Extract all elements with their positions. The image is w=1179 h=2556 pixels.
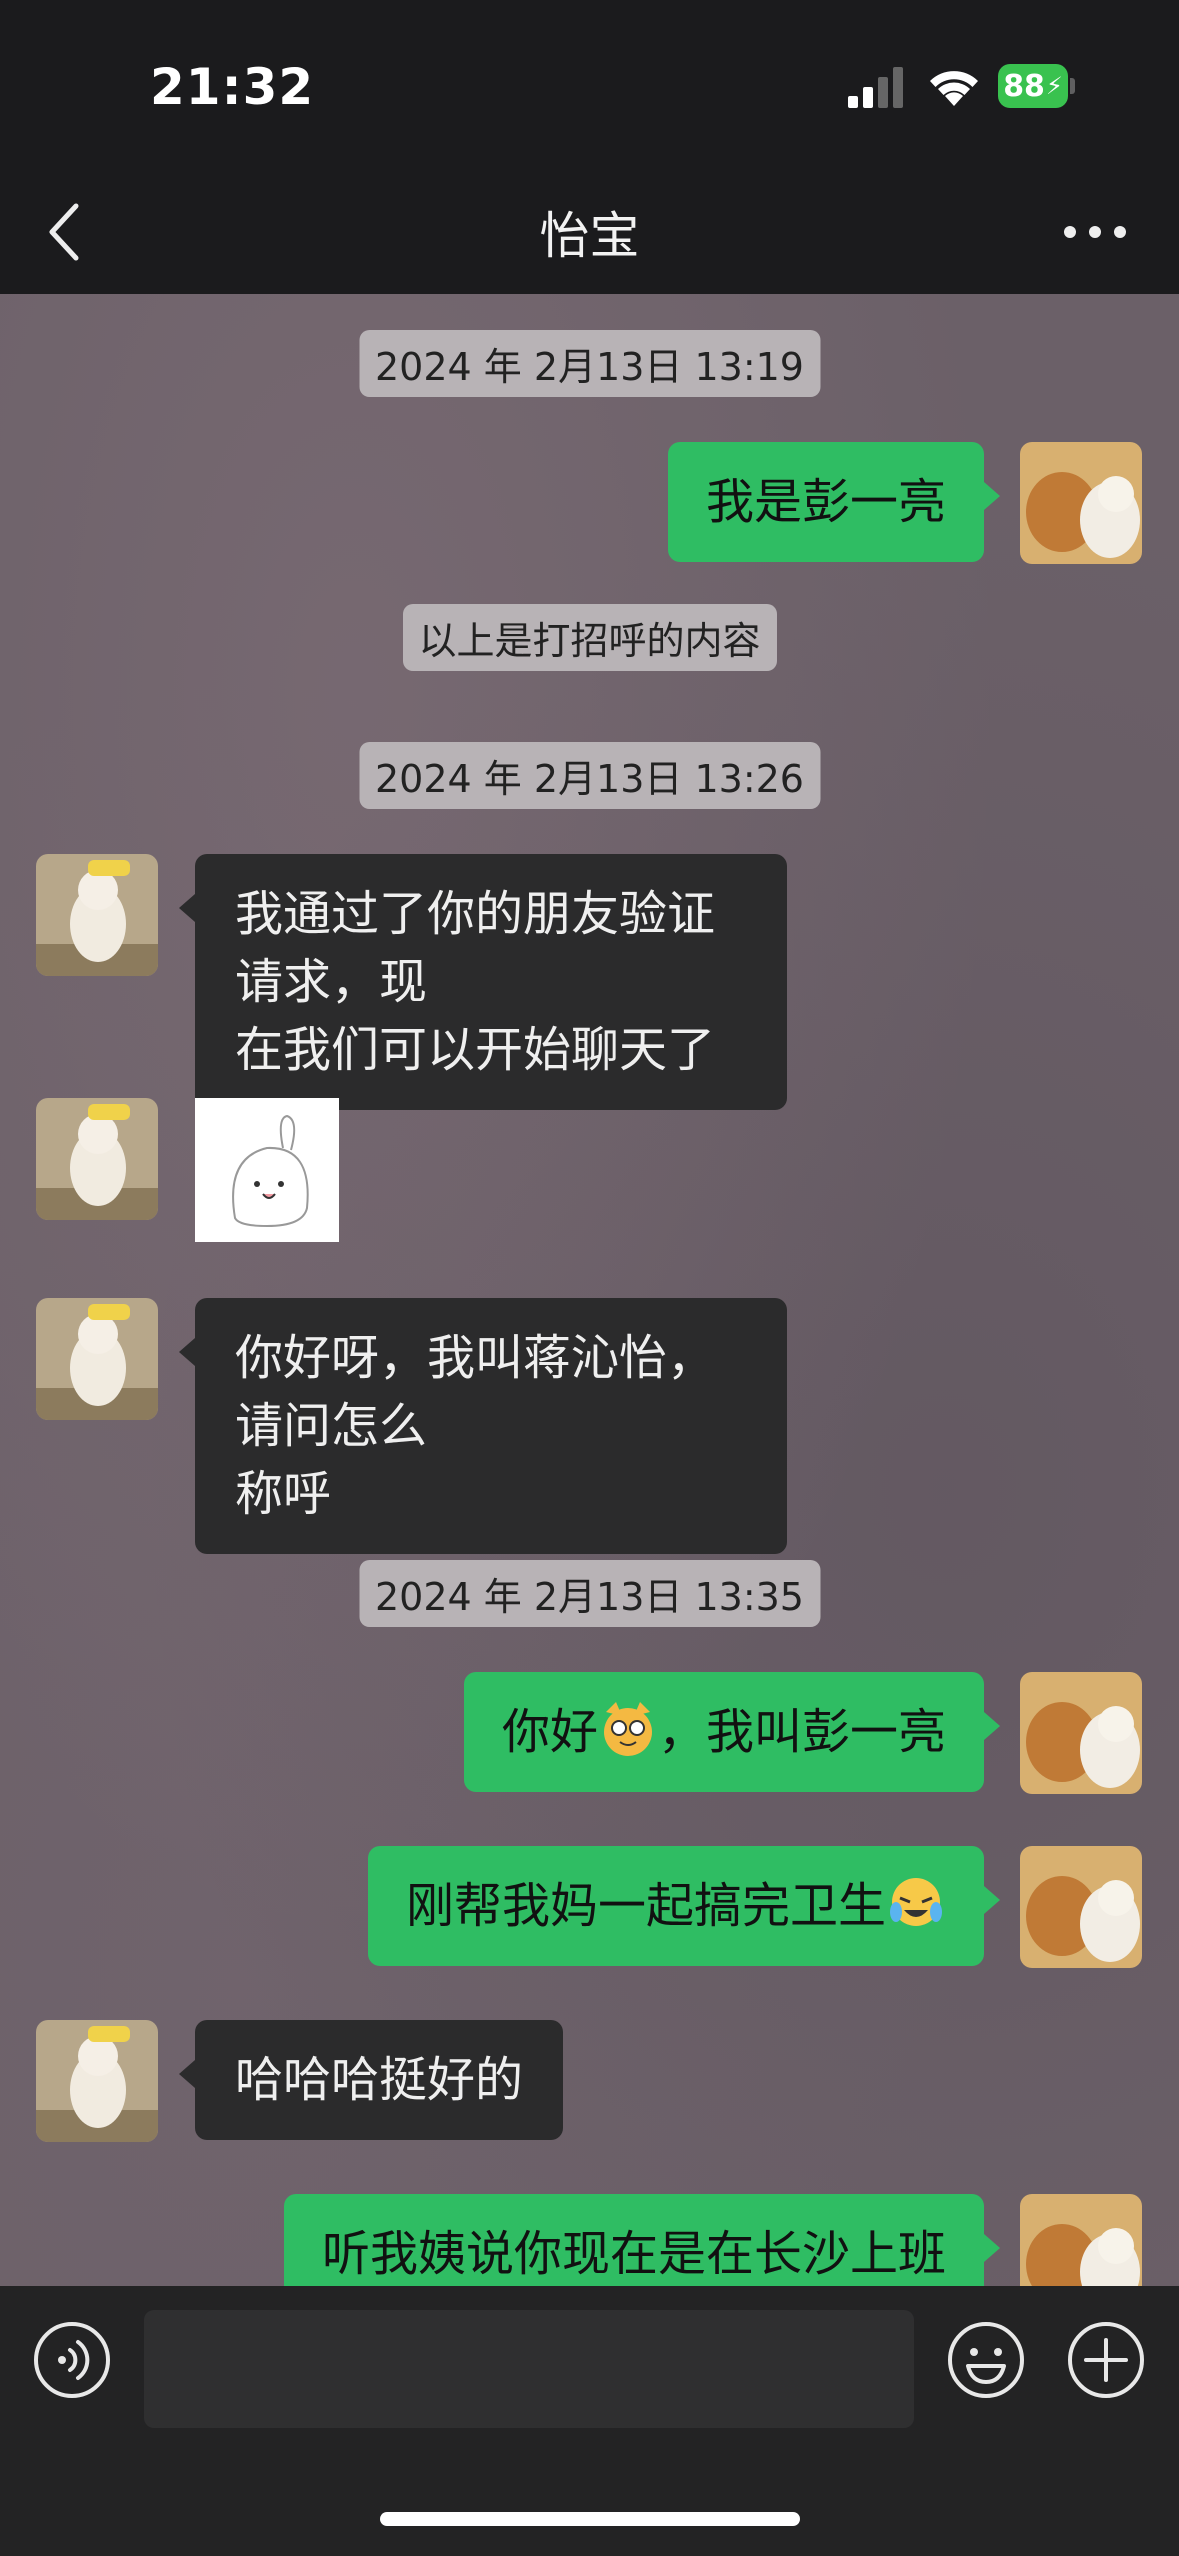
status-time: 21:32 — [150, 58, 315, 116]
chat-title: 怡宝 — [539, 207, 640, 265]
my-avatar[interactable] — [1020, 1846, 1142, 1968]
plus-icon[interactable] — [1066, 2320, 1146, 2400]
signal-icon — [848, 67, 903, 108]
status-bar: 21:32 88 ⚡ — [0, 0, 1179, 170]
message-outgoing[interactable]: 我是彭一亮 — [667, 442, 1001, 562]
sticker-bunny[interactable] — [195, 1098, 339, 1242]
message-outgoing[interactable]: 你好 ，我叫彭一亮 — [463, 1672, 1001, 1792]
contact-avatar[interactable] — [36, 1098, 158, 1220]
chat-header: 怡宝 — [0, 170, 1179, 294]
timestamp: 2024 年 2月13日 13:19 — [359, 330, 820, 397]
chat-area[interactable]: 2024 年 2月13日 13:19 我是彭一亮 以上是打招呼的内容 2024 … — [0, 294, 1179, 2286]
message-incoming[interactable]: 我通过了你的朋友验证请求，现 在我们可以开始聊天了 — [179, 854, 787, 1110]
ellipsis-icon[interactable] — [1060, 218, 1130, 246]
my-avatar[interactable] — [1020, 2194, 1142, 2286]
wifi-icon — [930, 71, 978, 106]
contact-avatar[interactable] — [36, 854, 158, 976]
message-input[interactable] — [144, 2310, 914, 2428]
home-indicator[interactable] — [380, 2512, 800, 2526]
smiley-icon[interactable] — [946, 2320, 1026, 2400]
system-notice: 以上是打招呼的内容 — [402, 604, 777, 671]
message-incoming[interactable]: 哈哈哈挺好的 — [178, 2020, 564, 2140]
voice-icon[interactable] — [32, 2320, 112, 2400]
contact-avatar[interactable] — [36, 2020, 158, 2142]
contact-avatar[interactable] — [36, 1298, 158, 1420]
my-avatar[interactable] — [1020, 1672, 1142, 1794]
cat-with-glasses-emoji — [603, 1702, 652, 1756]
message-incoming[interactable]: 你好呀，我叫蒋沁怡，请问怎么 称呼 — [179, 1298, 787, 1554]
battery-indicator: 88 ⚡ — [998, 64, 1075, 108]
crying-laughing-emoji — [890, 1878, 942, 1926]
message-outgoing[interactable]: 听我姨说你现在是在长沙上班 — [283, 2194, 1001, 2286]
my-avatar[interactable] — [1020, 442, 1142, 564]
battery-level: 88 ⚡ — [998, 64, 1068, 108]
timestamp: 2024 年 2月13日 13:35 — [359, 1560, 820, 1627]
message-outgoing[interactable]: 刚帮我妈一起搞完卫生 — [367, 1846, 1001, 1966]
timestamp: 2024 年 2月13日 13:26 — [359, 742, 820, 809]
